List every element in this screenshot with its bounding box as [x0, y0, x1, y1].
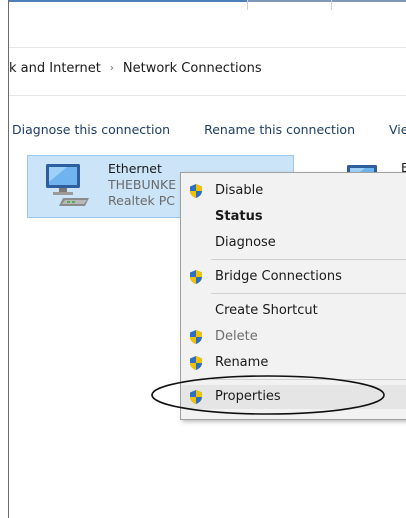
menu-item-delete[interactable]: Delete [181, 325, 406, 349]
uac-shield-icon [190, 270, 202, 284]
menu-separator [211, 259, 406, 260]
diagnose-connection-button[interactable]: Diagnose this connection [10, 122, 172, 137]
uac-shield-icon [190, 356, 202, 370]
menu-item-label: Rename [215, 355, 269, 370]
title-bar [9, 0, 406, 14]
menu-item-create-shortcut[interactable]: Create Shortcut [181, 299, 406, 323]
uac-shield-icon [190, 184, 202, 198]
uac-shield-icon [190, 390, 202, 404]
menu-separator [211, 379, 406, 380]
adapter-name: Ethernet [108, 161, 162, 176]
uac-shield-icon [190, 330, 202, 344]
breadcrumb-item-network-and-internet[interactable]: k and Internet [9, 61, 101, 76]
context-menu: Disable Status Diagnose Bridge Connectio… [180, 172, 406, 420]
menu-item-rename[interactable]: Rename [181, 351, 406, 375]
title-divider [331, 0, 332, 10]
menu-item-label: Create Shortcut [215, 303, 318, 318]
menu-item-bridge-connections[interactable]: Bridge Connections [181, 265, 406, 289]
adapter-network: THEBUNKE [108, 177, 177, 192]
menu-item-properties[interactable]: Properties [181, 385, 406, 409]
menu-item-label: Delete [215, 329, 258, 344]
title-accent [9, 0, 247, 2]
view-status-button[interactable]: Vie [387, 122, 406, 137]
toolbar-separator [9, 95, 406, 96]
address-bar-separator [9, 47, 406, 48]
network-connections-window: k and Internet › Network Connections Dia… [8, 0, 406, 518]
menu-item-disable[interactable]: Disable [181, 179, 406, 203]
menu-item-label: Diagnose [215, 235, 276, 250]
menu-item-label: Status [215, 209, 263, 224]
breadcrumb: k and Internet › Network Connections [9, 59, 262, 77]
title-divider [247, 0, 248, 10]
menu-item-diagnose[interactable]: Diagnose [181, 231, 406, 255]
network-adapter-icon [46, 164, 89, 206]
menu-item-status[interactable]: Status [181, 205, 406, 229]
adapter-device: Realtek PC [108, 193, 176, 208]
title-accent [247, 0, 406, 2]
menu-item-label: Bridge Connections [215, 269, 342, 284]
rename-connection-button[interactable]: Rename this connection [202, 122, 357, 137]
menu-item-label: Properties [215, 389, 281, 404]
menu-separator [211, 293, 406, 294]
breadcrumb-item-network-connections[interactable]: Network Connections [123, 61, 262, 76]
chevron-right-icon: › [109, 62, 114, 74]
menu-item-label: Disable [215, 183, 264, 198]
command-bar: Diagnose this connection Rename this con… [9, 118, 406, 140]
